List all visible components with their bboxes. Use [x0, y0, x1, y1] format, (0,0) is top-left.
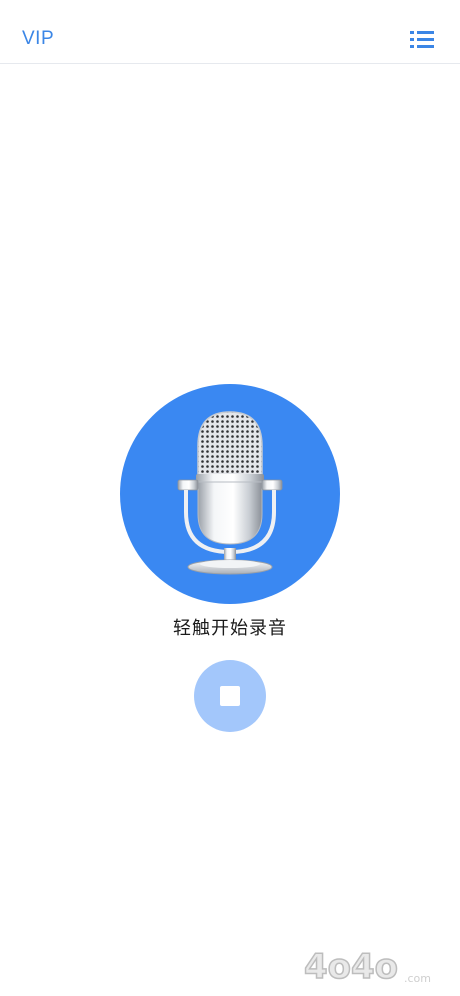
stop-icon — [220, 686, 240, 706]
record-button[interactable] — [120, 384, 340, 604]
watermark-logo: 4o4o .com — [300, 938, 450, 990]
list-menu-icon — [410, 31, 434, 48]
microphone-icon — [177, 411, 283, 575]
svg-text:4o4o: 4o4o — [304, 947, 398, 987]
stop-button[interactable] — [194, 660, 266, 732]
top-bar: VIP — [0, 0, 460, 64]
record-hint-text: 轻触开始录音 — [173, 618, 287, 639]
svg-text:.com: .com — [404, 972, 431, 985]
list-menu-button[interactable] — [404, 26, 438, 54]
vip-button[interactable]: VIP — [22, 28, 54, 50]
